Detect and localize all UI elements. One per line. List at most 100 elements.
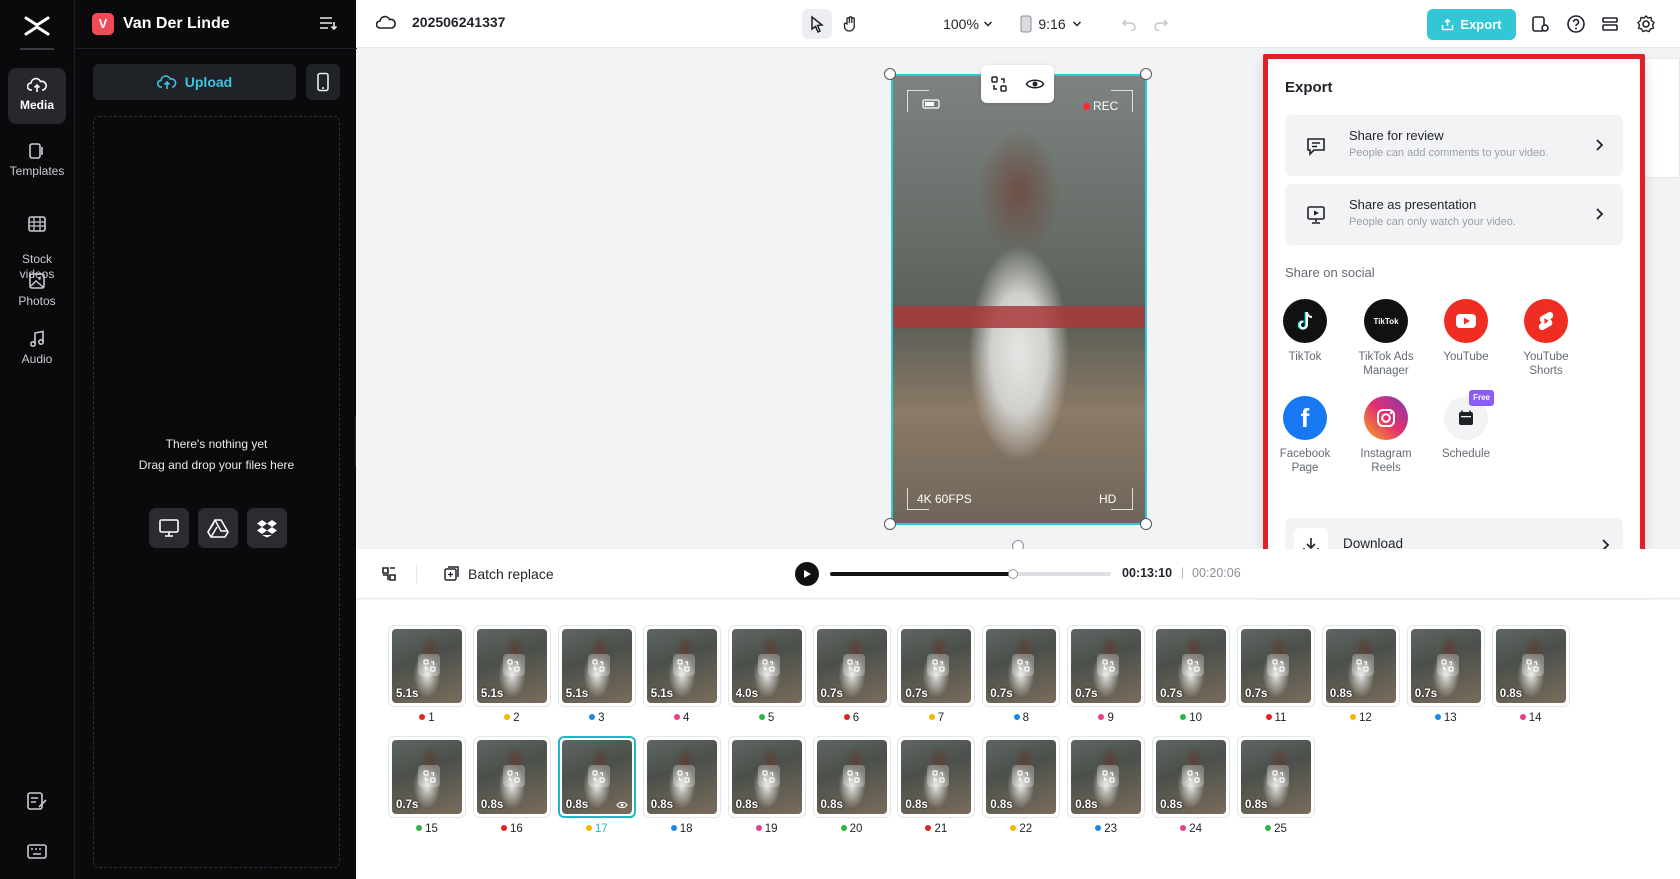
replace-icon[interactable] — [502, 654, 525, 676]
clip-thumbnail[interactable]: 5.1s — [472, 625, 551, 707]
replace-icon[interactable] — [1351, 654, 1374, 676]
replace-icon[interactable] — [672, 765, 695, 787]
replace-icon[interactable] — [990, 75, 1008, 93]
cloud-sync-icon[interactable] — [376, 14, 396, 32]
replace-icon[interactable] — [1012, 765, 1035, 787]
redo-button[interactable] — [1148, 9, 1174, 39]
scrubber-handle[interactable] — [1007, 569, 1018, 579]
file-settings-icon[interactable] — [1530, 14, 1550, 34]
hand-tool-button[interactable] — [836, 9, 866, 39]
replace-icon[interactable] — [1097, 654, 1120, 676]
eye-icon[interactable] — [1025, 77, 1045, 91]
right-properties-strip[interactable] — [1641, 58, 1680, 178]
tiktok-share-button[interactable]: TikTok — [1265, 299, 1345, 364]
replace-icon[interactable] — [1012, 654, 1035, 676]
replace-icon[interactable] — [502, 765, 525, 787]
drop-zone[interactable]: There's nothing yet Drag and drop your f… — [93, 116, 340, 868]
replace-icon[interactable] — [842, 654, 865, 676]
clip-thumbnail[interactable]: 4.0s — [727, 625, 806, 707]
list-menu-icon[interactable] — [318, 14, 338, 32]
replace-icon[interactable] — [927, 765, 950, 787]
sidebar-item-templates[interactable]: Templates — [8, 134, 66, 184]
clip-thumbnail[interactable]: 0.7s — [982, 625, 1061, 707]
share-as-presentation-option[interactable]: Share as presentation People can only wa… — [1285, 184, 1623, 245]
upload-button[interactable]: Upload — [93, 64, 296, 100]
clip-thumbnail[interactable]: 0.8s — [812, 736, 891, 818]
project-name[interactable]: 202506241337 — [412, 14, 505, 30]
clip-thumbnail[interactable]: 0.7s — [1067, 625, 1146, 707]
sidebar-item-stock-videos[interactable]: Stock videos — [8, 192, 66, 281]
google-drive-button[interactable] — [198, 508, 238, 548]
dropbox-button[interactable] — [247, 508, 287, 548]
clip-thumbnail[interactable]: 0.7s — [812, 625, 891, 707]
clip-thumbnail[interactable]: 0.8s — [727, 736, 806, 818]
sidebar-item-photos[interactable]: Photos — [8, 264, 66, 314]
tiktok-ads-manager-share-button[interactable]: TikTok TikTok Ads Manager — [1346, 299, 1426, 378]
clip-thumbnail[interactable]: 5.1s — [557, 625, 636, 707]
schedule-share-button[interactable]: Free Schedule — [1426, 390, 1506, 461]
capcut-logo-icon[interactable] — [21, 12, 53, 42]
replace-icon[interactable] — [587, 765, 610, 787]
clip-thumbnail[interactable]: 0.8s — [642, 736, 721, 818]
instagram-share-button[interactable]: Instagram Reels — [1346, 396, 1426, 475]
replace-icon[interactable] — [842, 765, 865, 787]
clip-thumbnail[interactable]: 0.8s — [1491, 625, 1570, 707]
replace-icon[interactable] — [587, 654, 610, 676]
batch-replace-button[interactable]: Batch replace — [443, 565, 554, 582]
replace-icon[interactable] — [1267, 654, 1289, 676]
clip-thumbnail[interactable]: 0.8s — [557, 736, 636, 818]
replace-icon[interactable] — [1436, 654, 1459, 676]
clip-thumbnail[interactable]: 5.1s — [642, 625, 721, 707]
facebook-share-button[interactable]: f Facebook Page — [1265, 396, 1345, 475]
clip-thumbnail[interactable]: 0.7s — [1152, 625, 1231, 707]
replace-icon[interactable] — [1182, 654, 1205, 676]
keyboard-icon[interactable] — [25, 840, 49, 862]
timeline-mode-icon[interactable] — [380, 565, 398, 583]
resize-handle-top-right[interactable] — [1140, 68, 1152, 80]
select-tool-button[interactable] — [802, 9, 832, 39]
replace-icon[interactable] — [927, 654, 950, 676]
replace-icon[interactable] — [1182, 765, 1205, 787]
aspect-ratio-select[interactable]: 9:16 — [1020, 9, 1082, 39]
clip-thumbnail[interactable]: 5.1s — [388, 625, 466, 707]
clip-thumbnail[interactable]: 0.7s — [1237, 625, 1315, 707]
resize-handle-bottom-left[interactable] — [884, 518, 896, 530]
youtube-share-button[interactable]: YouTube — [1426, 299, 1506, 364]
clip-thumbnail[interactable]: 0.7s — [1406, 625, 1485, 707]
undo-button[interactable] — [1116, 9, 1142, 39]
share-for-review-option[interactable]: Share for review People can add comments… — [1285, 115, 1623, 176]
computer-upload-button[interactable] — [149, 508, 189, 548]
clip-thumbnail[interactable]: 0.8s — [1321, 625, 1400, 707]
video-preview[interactable]: REC 4K 60FPS HD — [891, 74, 1147, 525]
help-icon[interactable] — [1566, 14, 1586, 34]
notes-edit-icon[interactable] — [25, 790, 49, 812]
replace-icon[interactable] — [418, 765, 440, 787]
workspace-switcher[interactable]: V Van Der Linde — [92, 12, 230, 36]
play-button[interactable] — [795, 562, 819, 586]
sidebar-item-audio[interactable]: Audio — [8, 322, 66, 372]
replace-icon[interactable] — [418, 654, 440, 676]
resize-handle-top-left[interactable] — [884, 68, 896, 80]
clip-thumbnail[interactable]: 0.8s — [1237, 736, 1315, 818]
clip-thumbnail[interactable]: 0.7s — [388, 736, 466, 818]
youtube-shorts-share-button[interactable]: YouTube Shorts — [1506, 299, 1586, 378]
replace-icon[interactable] — [757, 654, 780, 676]
phone-upload-button[interactable] — [306, 64, 340, 100]
resize-handle-bottom-right[interactable] — [1140, 518, 1152, 530]
replace-icon[interactable] — [1521, 654, 1544, 676]
clip-thumbnail[interactable]: 0.8s — [1152, 736, 1231, 818]
eye-icon[interactable] — [616, 800, 628, 810]
replace-icon[interactable] — [672, 654, 695, 676]
clip-thumbnail[interactable]: 0.8s — [1067, 736, 1146, 818]
export-button[interactable]: Export — [1427, 9, 1516, 40]
sidebar-item-media[interactable]: Media — [8, 68, 66, 124]
gear-icon[interactable] — [1636, 14, 1656, 34]
clip-thumbnail[interactable]: 0.8s — [472, 736, 551, 818]
layers-icon[interactable] — [1600, 14, 1620, 34]
clip-thumbnail[interactable]: 0.8s — [982, 736, 1061, 818]
replace-icon[interactable] — [757, 765, 780, 787]
zoom-select[interactable]: 100% — [940, 9, 996, 39]
replace-icon[interactable] — [1097, 765, 1120, 787]
clip-thumbnail[interactable]: 0.8s — [897, 736, 976, 818]
clip-thumbnail[interactable]: 0.7s — [897, 625, 976, 707]
